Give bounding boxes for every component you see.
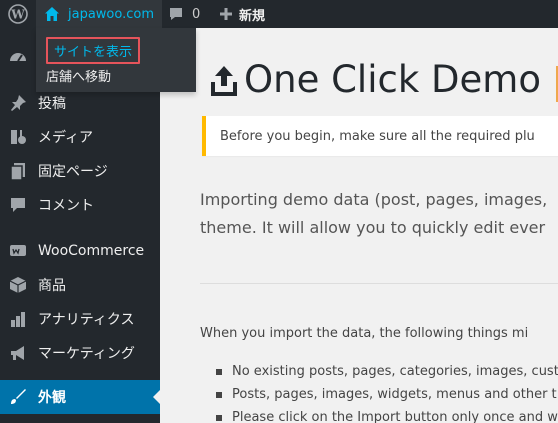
megaphone-icon	[0, 343, 36, 363]
import-notes-list: No existing posts, pages, categories, im…	[214, 364, 558, 423]
media-icon	[0, 127, 36, 147]
intro-paragraph: Importing demo data (post, pages, images…	[200, 186, 558, 242]
import-heading: When you import the data, the following …	[200, 326, 529, 341]
sidebar-item-comments[interactable]: コメント	[0, 188, 160, 222]
home-icon	[45, 7, 59, 21]
list-item: Please click on the Import button only o…	[214, 410, 558, 423]
page-title: One Click Demo	[210, 58, 541, 101]
main-content: One Click Demo Before you begin, make su…	[160, 28, 558, 423]
wordpress-logo-button[interactable]: W	[0, 0, 36, 28]
notice-box: Before you begin, make sure all the requ…	[202, 116, 558, 156]
sidebar-item-appearance[interactable]: 外観	[0, 380, 160, 414]
list-item: No existing posts, pages, categories, im…	[214, 364, 558, 387]
sidebar-item-label: 固定ページ	[38, 164, 108, 180]
bar-chart-icon	[0, 309, 36, 329]
wordpress-icon: W	[8, 4, 28, 24]
sidebar-item-media[interactable]: メディア	[0, 120, 160, 154]
view-site-link[interactable]: サイトを表示	[46, 37, 141, 64]
sidebar-item-label: メディア	[38, 130, 94, 146]
comment-icon	[170, 8, 182, 20]
admin-bar: W japawoo.com 0 新規	[0, 0, 558, 28]
plus-icon	[220, 8, 232, 20]
new-content-button[interactable]: 新規	[219, 0, 265, 28]
sidebar-item-label: 外観	[38, 390, 66, 406]
sidebar-item-label: 投稿	[38, 96, 66, 112]
svg-text:W: W	[10, 8, 25, 22]
sidebar-item-label: アナリティクス	[38, 312, 135, 328]
visit-store-link[interactable]: 店舗へ移動	[46, 66, 111, 85]
sidebar-item-label: マーケティング	[38, 346, 135, 362]
pin-icon	[0, 93, 36, 113]
sidebar-item-analytics[interactable]: アナリティクス	[0, 302, 160, 336]
upload-icon	[211, 65, 237, 96]
comments-count: 0	[192, 6, 201, 22]
dashboard-icon	[0, 47, 36, 67]
divider	[200, 283, 558, 284]
comment-icon	[0, 195, 36, 215]
active-menu-arrow	[153, 390, 160, 404]
site-dropdown-menu: サイトを表示 店舗へ移動	[36, 28, 196, 92]
intro-line: Importing demo data (post, pages, images…	[200, 190, 548, 209]
site-name-menu[interactable]: japawoo.com	[36, 0, 162, 28]
new-content-label: 新規	[239, 8, 266, 24]
sidebar-item-products[interactable]: 商品	[0, 268, 160, 302]
sidebar-item-woocommerce[interactable]: WooCommerce	[0, 234, 160, 268]
site-name-label: japawoo.com	[68, 6, 155, 22]
woocommerce-icon	[0, 241, 36, 261]
page-title-text: One Click Demo	[244, 58, 541, 101]
page-icon	[0, 161, 36, 181]
sidebar-item-label: WooCommerce	[38, 243, 145, 259]
sidebar-item-label: 商品	[38, 278, 66, 294]
notice-text: Before you begin, make sure all the requ…	[220, 128, 535, 144]
comments-button[interactable]: 0	[168, 0, 200, 28]
list-item: Posts, pages, images, widgets, menus and…	[214, 387, 558, 410]
sidebar-item-marketing[interactable]: マーケティング	[0, 336, 160, 370]
sidebar-item-pages[interactable]: 固定ページ	[0, 154, 160, 188]
box-icon	[0, 275, 36, 295]
intro-line: theme. It will allow you to quickly edit…	[200, 218, 546, 237]
paintbrush-icon	[0, 387, 36, 407]
sidebar-item-label: コメント	[38, 198, 94, 214]
